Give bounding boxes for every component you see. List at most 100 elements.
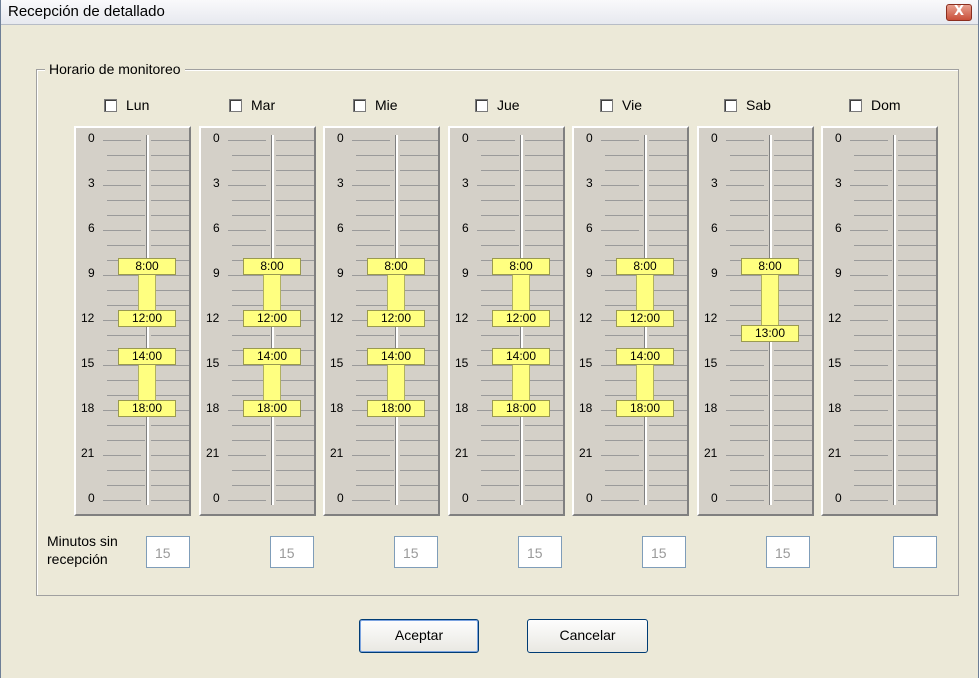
range-bar[interactable] <box>636 272 654 312</box>
hour-label: 12 <box>330 311 344 325</box>
range-start-handle[interactable]: 14:00 <box>367 348 425 365</box>
checkbox-box[interactable] <box>353 98 366 112</box>
minutes-input-6[interactable] <box>893 536 937 568</box>
tick-right <box>276 155 314 156</box>
day-schedule-slider-4[interactable]: 0 3 6 9 12 15 18 21 0 8:00 12:00 14:00 18:00 <box>572 126 689 516</box>
minutes-input-0[interactable]: 15 <box>146 536 190 568</box>
checkbox-box[interactable] <box>229 98 242 112</box>
tick-right <box>276 500 314 501</box>
minutes-input-5[interactable]: 15 <box>766 536 810 568</box>
tick-right <box>774 395 812 396</box>
day-schedule-slider-1[interactable]: 0 3 6 9 12 15 18 21 0 8:00 12:00 14:00 18:00 <box>199 126 316 516</box>
range-end-handle[interactable]: 12:00 <box>118 310 176 327</box>
checkbox-box[interactable] <box>104 98 117 112</box>
tick-right <box>774 245 812 246</box>
range-bar[interactable] <box>761 272 779 327</box>
tick-right <box>525 380 563 381</box>
day-checkbox-6[interactable]: Dom <box>849 96 901 114</box>
tick-left <box>850 455 888 456</box>
minutes-input-1[interactable]: 15 <box>270 536 314 568</box>
range-end-handle[interactable]: 18:00 <box>367 400 425 417</box>
range-start-handle[interactable]: 14:00 <box>243 348 301 365</box>
tick-left <box>103 365 141 366</box>
tick-left <box>481 215 519 216</box>
range-end-handle[interactable]: 12:00 <box>492 310 550 327</box>
tick-right <box>898 260 936 261</box>
hour-label: 15 <box>455 356 469 370</box>
close-icon[interactable]: X <box>946 4 972 21</box>
tick-left <box>232 200 270 201</box>
day-checkbox-4[interactable]: Vie <box>600 96 642 114</box>
range-bar[interactable] <box>512 362 530 402</box>
day-checkbox-0[interactable]: Lun <box>104 96 149 114</box>
tick-left <box>107 170 145 171</box>
minutes-input-4[interactable]: 15 <box>642 536 686 568</box>
range-start-handle[interactable]: 8:00 <box>118 258 176 275</box>
tick-left <box>730 470 768 471</box>
window-title: Recepción de detallado <box>8 3 165 20</box>
minutes-input-2[interactable]: 15 <box>394 536 438 568</box>
tick-left <box>850 230 888 231</box>
tick-right <box>400 140 438 141</box>
hour-label: 0 <box>213 131 220 145</box>
range-end-handle[interactable]: 12:00 <box>616 310 674 327</box>
range-start-handle[interactable]: 14:00 <box>492 348 550 365</box>
day-checkbox-2[interactable]: Mie <box>353 96 398 114</box>
range-start-handle[interactable]: 8:00 <box>367 258 425 275</box>
range-bar[interactable] <box>512 272 530 312</box>
range-bar[interactable] <box>138 272 156 312</box>
checkbox-box[interactable] <box>849 98 862 112</box>
range-end-handle[interactable]: 18:00 <box>118 400 176 417</box>
range-end-handle[interactable]: 18:00 <box>243 400 301 417</box>
tick-left <box>481 425 519 426</box>
range-start-handle[interactable]: 14:00 <box>616 348 674 365</box>
range-end-handle[interactable]: 18:00 <box>492 400 550 417</box>
minutes-input-3[interactable]: 15 <box>518 536 562 568</box>
range-end-handle[interactable]: 13:00 <box>741 325 799 342</box>
day-schedule-slider-6[interactable]: 0 3 6 9 12 15 18 21 0 <box>821 126 938 516</box>
tick-right <box>525 470 563 471</box>
range-bar[interactable] <box>138 362 156 402</box>
range-start-handle[interactable]: 8:00 <box>616 258 674 275</box>
tick-right <box>649 245 687 246</box>
tick-left <box>352 140 390 141</box>
tick-left <box>232 155 270 156</box>
tick-marks <box>848 132 936 512</box>
tick-left <box>228 230 266 231</box>
range-bar[interactable] <box>387 272 405 312</box>
day-checkbox-3[interactable]: Jue <box>475 96 520 114</box>
range-bar[interactable] <box>263 272 281 312</box>
checkbox-box[interactable] <box>475 98 488 112</box>
hour-label: 0 <box>462 131 469 145</box>
range-start-handle[interactable]: 8:00 <box>492 258 550 275</box>
title-bar[interactable]: Recepción de detallado X <box>1 0 978 25</box>
tick-right <box>774 410 812 411</box>
range-bar[interactable] <box>387 362 405 402</box>
day-schedule-slider-2[interactable]: 0 3 6 9 12 15 18 21 0 8:00 12:00 14:00 18:00 <box>323 126 440 516</box>
checkbox-box[interactable] <box>600 98 613 112</box>
range-bar[interactable] <box>263 362 281 402</box>
slider-track[interactable] <box>893 135 896 505</box>
tick-left <box>356 155 394 156</box>
hour-label: 9 <box>213 266 220 280</box>
day-checkbox-5[interactable]: Sab <box>724 96 771 114</box>
day-schedule-slider-3[interactable]: 0 3 6 9 12 15 18 21 0 8:00 12:00 14:00 18:00 <box>448 126 565 516</box>
tick-left <box>228 365 266 366</box>
range-start-handle[interactable]: 8:00 <box>243 258 301 275</box>
day-schedule-slider-5[interactable]: 0 3 6 9 12 15 18 21 0 8:00 13:00 <box>697 126 814 516</box>
tick-left <box>107 215 145 216</box>
cancel-button[interactable]: Cancelar <box>527 619 648 653</box>
accept-button[interactable]: Aceptar <box>359 619 479 653</box>
range-end-handle[interactable]: 18:00 <box>616 400 674 417</box>
range-start-handle[interactable]: 14:00 <box>118 348 176 365</box>
range-end-handle[interactable]: 12:00 <box>243 310 301 327</box>
tick-right <box>649 470 687 471</box>
tick-right <box>400 245 438 246</box>
day-schedule-slider-0[interactable]: 0 3 6 9 12 15 18 21 0 8:00 12:00 14:00 18:00 <box>74 126 191 516</box>
checkbox-box[interactable] <box>724 98 737 112</box>
range-start-handle[interactable]: 8:00 <box>741 258 799 275</box>
tick-left <box>854 305 892 306</box>
day-checkbox-1[interactable]: Mar <box>229 96 275 114</box>
range-bar[interactable] <box>636 362 654 402</box>
range-end-handle[interactable]: 12:00 <box>367 310 425 327</box>
